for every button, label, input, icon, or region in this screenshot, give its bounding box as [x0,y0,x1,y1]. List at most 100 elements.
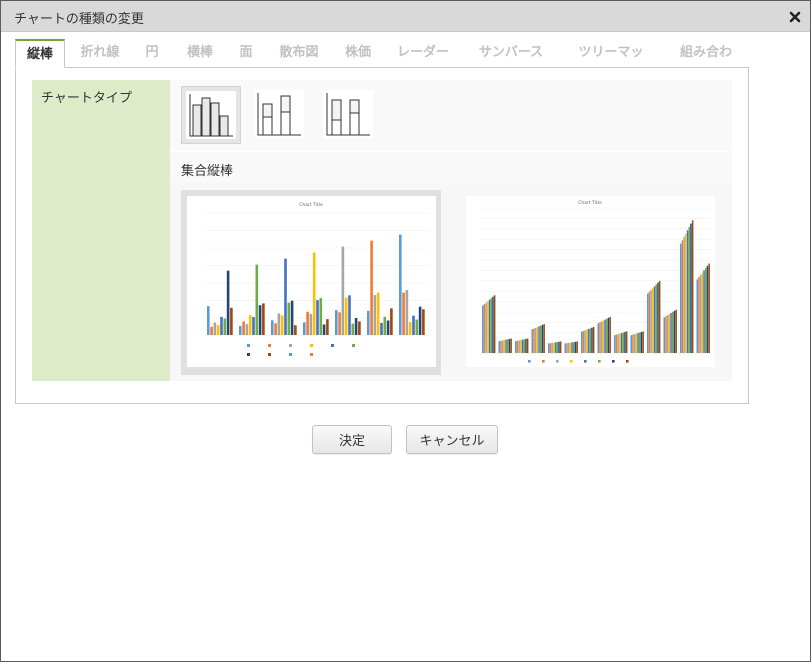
preview-2-bar [581,331,583,353]
tab-area[interactable]: 面 [237,39,255,68]
preview-2-legend-swatch [626,360,629,363]
preview-option-2[interactable]: Chart Title [460,190,720,375]
clustered-column-type[interactable] [181,86,241,144]
preview-1-bar [271,320,274,335]
preview-1-bar [252,316,255,335]
preview-2-bar [543,324,545,353]
preview-1-bar [309,313,313,335]
preview-2-bar [708,263,710,353]
ok-button[interactable]: 決定 [312,425,392,454]
preview-1-bar [213,322,217,335]
preview-2-bar [688,226,690,353]
preview-2-bar [604,319,606,353]
dialog-title: チャートの種類の変更 [14,12,144,27]
preview-2-bar [515,341,517,353]
preview-1-bar [255,264,259,335]
tab-column[interactable]: 縦棒 [15,39,65,68]
preview-1-bar [226,270,230,335]
preview-2-bar [493,295,496,353]
preview-2-bar [573,342,575,353]
preview-2-bar [599,322,601,353]
subtype-name: 集合縦棒 [181,164,234,179]
cancel-button[interactable]: キャンセル [406,425,498,454]
preview-1-bar [415,319,419,335]
preview-2-bar [554,342,557,353]
preview-1-bar [316,300,319,335]
preview-1-bar [351,323,355,335]
preview-2-bar [630,335,632,353]
preview-2-bar [619,333,621,353]
preview-2-bar [597,323,599,353]
preview-1-bar [242,321,245,335]
preview-1-legend-swatch [247,353,250,356]
preview-2-bar [551,342,553,353]
preview-2-bar [642,331,644,353]
preview-2-bar [485,302,487,353]
preview-2-bar [569,342,572,353]
preview-2-legend-swatch [542,360,545,363]
preview-1-bar [248,315,252,335]
preview-2-bar [602,320,605,353]
preview-1-bar [402,292,405,335]
preview-1-bar [239,325,242,335]
preview-1-legend-swatch [331,344,334,347]
subtype-name-row: 集合縦棒 [170,154,732,182]
preview-2-bar [591,327,593,353]
preview-1-bar [422,309,425,335]
preview-2-bar [673,310,676,353]
preview-2-bar [589,328,591,353]
preview-2-bar [531,329,533,353]
preview-2-bar [536,327,539,353]
preview-2-bar [650,289,652,353]
tab-line[interactable]: 折れ線 [73,39,127,68]
preview-2-bar [587,328,590,353]
preview-1-bar [418,306,422,335]
preview-2-bar [488,299,491,353]
preview-1-legend-swatch [247,344,250,347]
percent-stacked-column-type[interactable] [319,86,379,144]
preview-1-legend-swatch [289,353,292,356]
tab-scatter[interactable]: 散布図 [279,39,319,68]
preview-1-bar [390,308,393,335]
preview-2-bar [574,341,577,353]
preview-2-bar [490,298,492,353]
preview-1-bar [216,325,220,335]
preview-2-bar [655,284,657,353]
preview-1-bar [322,324,326,335]
preview-2-bar [533,328,535,353]
tab-combo[interactable]: 組み合わせ [674,39,738,87]
tab-treemap[interactable]: ツリーマップ [573,39,649,87]
tab-bar[interactable]: 横棒 [185,39,215,68]
tab-stock[interactable]: 株価 [343,39,373,68]
dialog-titlebar: チャートの種類の変更 [1,1,810,32]
preview-2-bar [615,334,618,353]
preview-1-legend-swatch [310,353,313,356]
preview-2-bar [538,326,540,353]
preview-1-title: Chart Title [299,202,323,208]
preview-1-bar [274,323,277,335]
tab-radar[interactable]: レーダー [397,39,449,68]
preview-2-legend-swatch [584,360,587,363]
preview-1-bar [230,307,233,335]
preview-1-legend-swatch [289,344,292,347]
preview-1-bar [367,310,370,335]
tab-pie[interactable]: 円 [141,39,163,68]
preview-1-bar [399,234,402,335]
stacked-column-icon [257,93,301,136]
preview-1-bar [326,319,329,335]
preview-option-1[interactable]: Chart Title [181,190,441,375]
preview-2-bar [498,341,500,353]
preview-2-bar [592,327,595,353]
preview-1-bar [344,297,348,335]
preview-2-bar [657,282,659,353]
tab-sunburst[interactable]: サンバースト [473,39,549,87]
preview-1-bar [373,295,377,335]
preview-2-bar [584,330,586,353]
preview-2-bar [680,243,682,353]
preview-1-bar [258,305,262,335]
preview-1-bar [210,326,213,335]
preview-2-legend-swatch [570,360,573,363]
stacked-column-type[interactable] [250,86,310,144]
preview-1-bar [358,321,361,335]
close-icon[interactable] [788,9,802,23]
